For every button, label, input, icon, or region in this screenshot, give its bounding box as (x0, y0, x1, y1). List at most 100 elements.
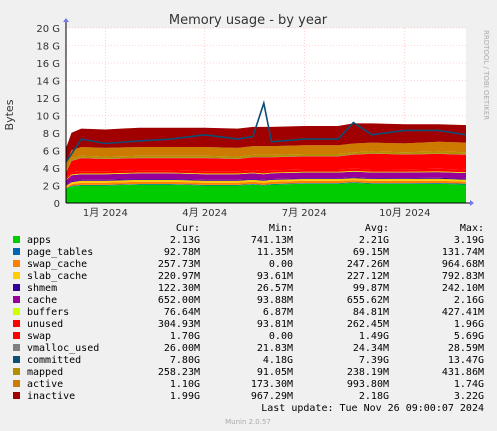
legend-value: 427.41M (442, 307, 484, 318)
legend-swatch-unused (13, 320, 20, 327)
y-tick-label: 8 G (43, 129, 60, 140)
y-tick-label: 18 G (36, 42, 60, 53)
legend-value: 6.87M (263, 307, 293, 318)
area-apps (66, 182, 466, 203)
plot-area: 0 2 G 4 G 6 G 8 G 10 G 12 G 14 G 16 G 18 G 20 G 1月 … (36, 18, 474, 219)
legend-label-committed: committed (27, 355, 81, 366)
legend-value: 964.68M (442, 259, 484, 270)
legend-value: 792.83M (442, 271, 484, 282)
y-axis-label: Bytes (3, 99, 16, 130)
y-tick-label: 14 G (36, 77, 60, 88)
legend-swatch-mapped (13, 368, 20, 375)
legend-value: 26.00M (164, 343, 200, 354)
legend-value: 7.39G (359, 355, 389, 366)
legend-value: 93.61M (257, 271, 293, 282)
legend-label-inactive: inactive (27, 391, 75, 402)
legend-value: 258.23M (158, 367, 200, 378)
y-tick-label: 12 G (36, 94, 60, 105)
legend-value: 655.62M (347, 295, 389, 306)
x-tick-label: 1月 2024 (83, 207, 128, 219)
legend-value: 0.00 (269, 259, 293, 270)
legend-swatch-apps (13, 236, 20, 243)
legend-swatch-active (13, 380, 20, 387)
legend-value: 2.18G (359, 391, 389, 402)
legend-label-cache: cache (27, 295, 57, 306)
legend-label-vmalloc_used: vmalloc_used (27, 343, 99, 354)
legend-value: 21.83M (257, 343, 293, 354)
legend-value: 26.57M (257, 283, 293, 294)
legend-value: 741.13M (251, 235, 293, 246)
legend-value: 7.80G (170, 355, 200, 366)
legend-value: 91.05M (257, 367, 293, 378)
legend-value: 3.22G (454, 391, 484, 402)
legend-value: 1.10G (170, 379, 200, 390)
legend-label-buffers: buffers (27, 307, 69, 318)
legend-value: 122.30M (158, 283, 200, 294)
legend-swatch-committed (13, 356, 20, 363)
legend-value: 4.18G (263, 355, 293, 366)
legend-value: 2.21G (359, 235, 389, 246)
x-tick-label: 10月 2024 (379, 207, 430, 219)
legend-value: 993.80M (347, 379, 389, 390)
legend-swatch-slab_cache (13, 272, 20, 279)
legend-value: 227.12M (347, 271, 389, 282)
legend-value: 1.99G (170, 391, 200, 402)
rrdtool-side-label: RRDTOOL / TOBI OETIKER (482, 30, 490, 120)
legend-swatch-buffers (13, 308, 20, 315)
legend-column-header: Min: (269, 223, 293, 234)
y-tick-label: 16 G (36, 59, 60, 70)
y-tick-label: 0 (54, 199, 60, 210)
legend-label-swap: swap (27, 331, 51, 342)
x-axis-arrow (470, 200, 474, 206)
legend-value: 13.47G (448, 355, 484, 366)
legend-value: 304.93M (158, 319, 200, 330)
legend-column-header: Cur: (176, 223, 200, 234)
legend-value: 2.13G (170, 235, 200, 246)
legend-value: 92.78M (164, 247, 200, 258)
legend-label-page_tables: page_tables (27, 247, 93, 258)
legend-label-shmem: shmem (27, 283, 57, 294)
legend-label-active: active (27, 379, 63, 390)
legend-value: 262.45M (347, 319, 389, 330)
y-tick-label: 10 G (36, 112, 60, 123)
y-tick-label: 20 G (36, 24, 60, 35)
legend-value: 238.19M (347, 367, 389, 378)
legend-value: 24.34M (353, 343, 389, 354)
legend-value: 220.97M (158, 271, 200, 282)
legend-value: 257.73M (158, 259, 200, 270)
legend-value: 173.30M (251, 379, 293, 390)
x-tick-label: 7月 2024 (282, 207, 327, 219)
y-tick-label: 6 G (43, 147, 60, 158)
legend-swatch-page_tables (13, 248, 20, 255)
legend-value: 93.81M (257, 319, 293, 330)
legend-value: 2.16G (454, 295, 484, 306)
legend-value: 242.10M (442, 283, 484, 294)
legend-value: 1.96G (454, 319, 484, 330)
legend-value: 99.87M (353, 283, 389, 294)
legend-value: 131.74M (442, 247, 484, 258)
legend-value: 3.19G (454, 235, 484, 246)
memory-usage-chart: Memory usage - by year RRDTOOL / TOBI OE… (3, 13, 490, 426)
last-update-text: Last update: Tue Nov 26 09:00:07 2024 (261, 403, 484, 414)
legend-value: 76.64M (164, 307, 200, 318)
legend-swatch-swap_cache (13, 260, 20, 267)
legend-value: 247.26M (347, 259, 389, 270)
legend-value: 652.00M (158, 295, 200, 306)
y-tick-label: 2 G (43, 182, 60, 193)
legend-value: 431.86M (442, 367, 484, 378)
legend-swatch-inactive (13, 392, 20, 399)
legend-value: 1.74G (454, 379, 484, 390)
legend-column-header: Max: (460, 223, 484, 234)
legend-value: 11.35M (257, 247, 293, 258)
y-axis-arrow (63, 18, 69, 22)
chart-title: Memory usage - by year (169, 13, 328, 28)
legend-value: 5.69G (454, 331, 484, 342)
legend-value: 69.15M (353, 247, 389, 258)
legend-value: 93.88M (257, 295, 293, 306)
legend-value: 28.59M (448, 343, 484, 354)
legend-value: 967.29M (251, 391, 293, 402)
y-tick-label: 4 G (43, 164, 60, 175)
legend-value: 0.00 (269, 331, 293, 342)
legend-label-mapped: mapped (27, 367, 63, 378)
legend-swatch-shmem (13, 284, 20, 291)
